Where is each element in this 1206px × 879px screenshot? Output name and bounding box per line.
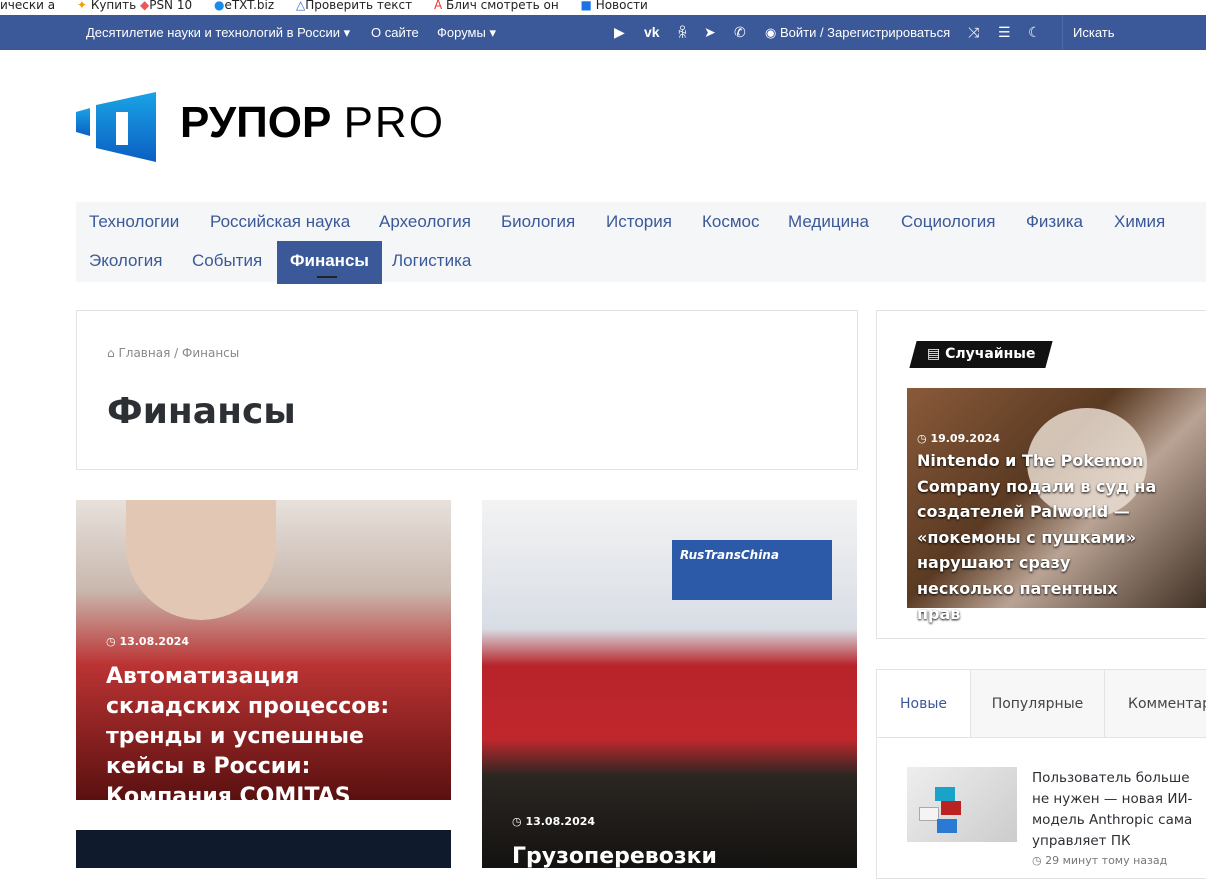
youtube-icon[interactable]: ▶ [614,24,625,41]
article-card[interactable] [76,830,451,868]
whatsapp-icon[interactable]: ✆ [734,24,746,41]
menu-decade[interactable]: Десятилетие науки и технологий в России … [86,25,350,41]
article-card[interactable]: ◷ 13.08.2024 Автоматизация складских про… [76,500,451,800]
widget-heading: ▤ Случайные [927,346,1036,362]
clock-icon: ◷ [1032,854,1042,867]
bookmark[interactable]: ●eTXT.biz [214,0,274,12]
latest-title[interactable]: Пользователь больше не нужен — новая ИИ-… [1032,768,1206,852]
logo[interactable] [76,90,158,166]
bookmark[interactable]: A Блич смотреть он [434,0,559,12]
nav-item[interactable]: История [593,202,685,241]
nav-item[interactable]: Физика [1013,202,1096,241]
random-article[interactable]: ◷ 19.09.2024 Nintendo и The Pokemon Comp… [907,388,1206,623]
nav-item[interactable]: Археология [366,202,484,241]
menu-forums[interactable]: Форумы ▾ [437,25,496,41]
bookmark[interactable]: ✦ Купить ◆PSN 10 [77,0,192,12]
nav-item[interactable]: Экология [76,241,175,280]
menu-icon[interactable]: ☰ [998,24,1011,41]
nav-item[interactable]: Медицина [775,202,882,241]
moon-icon[interactable]: ☾ [1028,24,1041,41]
login-link[interactable]: ◉ Войти / Зарегистрироваться [765,25,950,41]
home-icon: ⌂ [107,346,115,360]
article-card[interactable]: RusTransChina ◷ 13.08.2024 Грузоперевозк… [482,500,857,868]
breadcrumb: ⌂ Главная / Финансы [107,346,239,360]
user-icon: ◉ [765,25,777,40]
top-bar: Десятилетие науки и технологий в России … [0,15,1206,50]
bookmark[interactable]: ически а [0,0,55,12]
page-title: Финансы [107,391,296,432]
nav-item[interactable]: Технологии [76,202,192,241]
article-thumbnail[interactable] [907,767,1017,842]
article-title[interactable]: Грузоперевозки [512,842,832,868]
search-input[interactable]: Искать [1062,15,1206,50]
menu-about[interactable]: О сайте [371,25,419,40]
logo-icon [76,92,156,162]
tab-popular[interactable]: Популярные [970,670,1104,737]
article-title[interactable]: Nintendo и The Pokemon Company подали в … [917,448,1157,627]
tab-new[interactable]: Новые [877,670,970,737]
nav-item[interactable]: Логистика [379,241,484,280]
nav-item[interactable]: Биология [488,202,588,241]
shuffle-icon[interactable]: ⤨ [968,24,979,41]
article-date: ◷ 19.09.2024 [917,432,1001,445]
nav-item[interactable]: События [179,241,275,280]
odnoklassniki-icon[interactable]: ꆜ [677,24,688,42]
logo-text: РУПОР PRO [180,98,445,147]
vk-icon[interactable]: vk [644,24,660,40]
random-widget: ▤ Случайные ◷ 19.09.2024 Nintendo и The … [876,310,1206,639]
article-title[interactable]: Автоматизация складских процессов: тренд… [106,662,426,800]
nav-item[interactable]: Финансы [277,241,382,284]
tabs-widget: Новые Популярные Комментарии Пользовател… [876,669,1206,879]
breadcrumb-sep: / [174,346,179,360]
bookmarks-bar: ически а ✦ Купить ◆PSN 10 ●eTXT.biz △Про… [0,0,1206,15]
tab-comments[interactable]: Комментарии [1104,670,1206,737]
nav-item[interactable]: Космос [689,202,773,241]
main-nav: Технологии Российская наука Археология Биол… [76,202,1206,284]
nav-item[interactable]: Химия [1101,202,1178,241]
breadcrumb-current: Финансы [182,346,240,360]
latest-time: ◷ 29 минут тому назад [1032,854,1168,867]
article-date: ◷ 13.08.2024 [106,635,190,648]
telegram-icon[interactable]: ➤ [704,24,716,41]
breadcrumb-home[interactable]: Главная [118,346,170,360]
bookmark[interactable]: ■ Новости [581,0,648,12]
bookmark[interactable]: △Проверить текст [296,0,412,12]
nav-item[interactable]: Социология [888,202,1009,241]
nav-item[interactable]: Российская наука [197,202,363,241]
article-date: ◷ 13.08.2024 [512,815,596,828]
breadcrumb-box: ⌂ Главная / Финансы Финансы [76,310,858,470]
document-icon: ▤ [927,346,941,362]
